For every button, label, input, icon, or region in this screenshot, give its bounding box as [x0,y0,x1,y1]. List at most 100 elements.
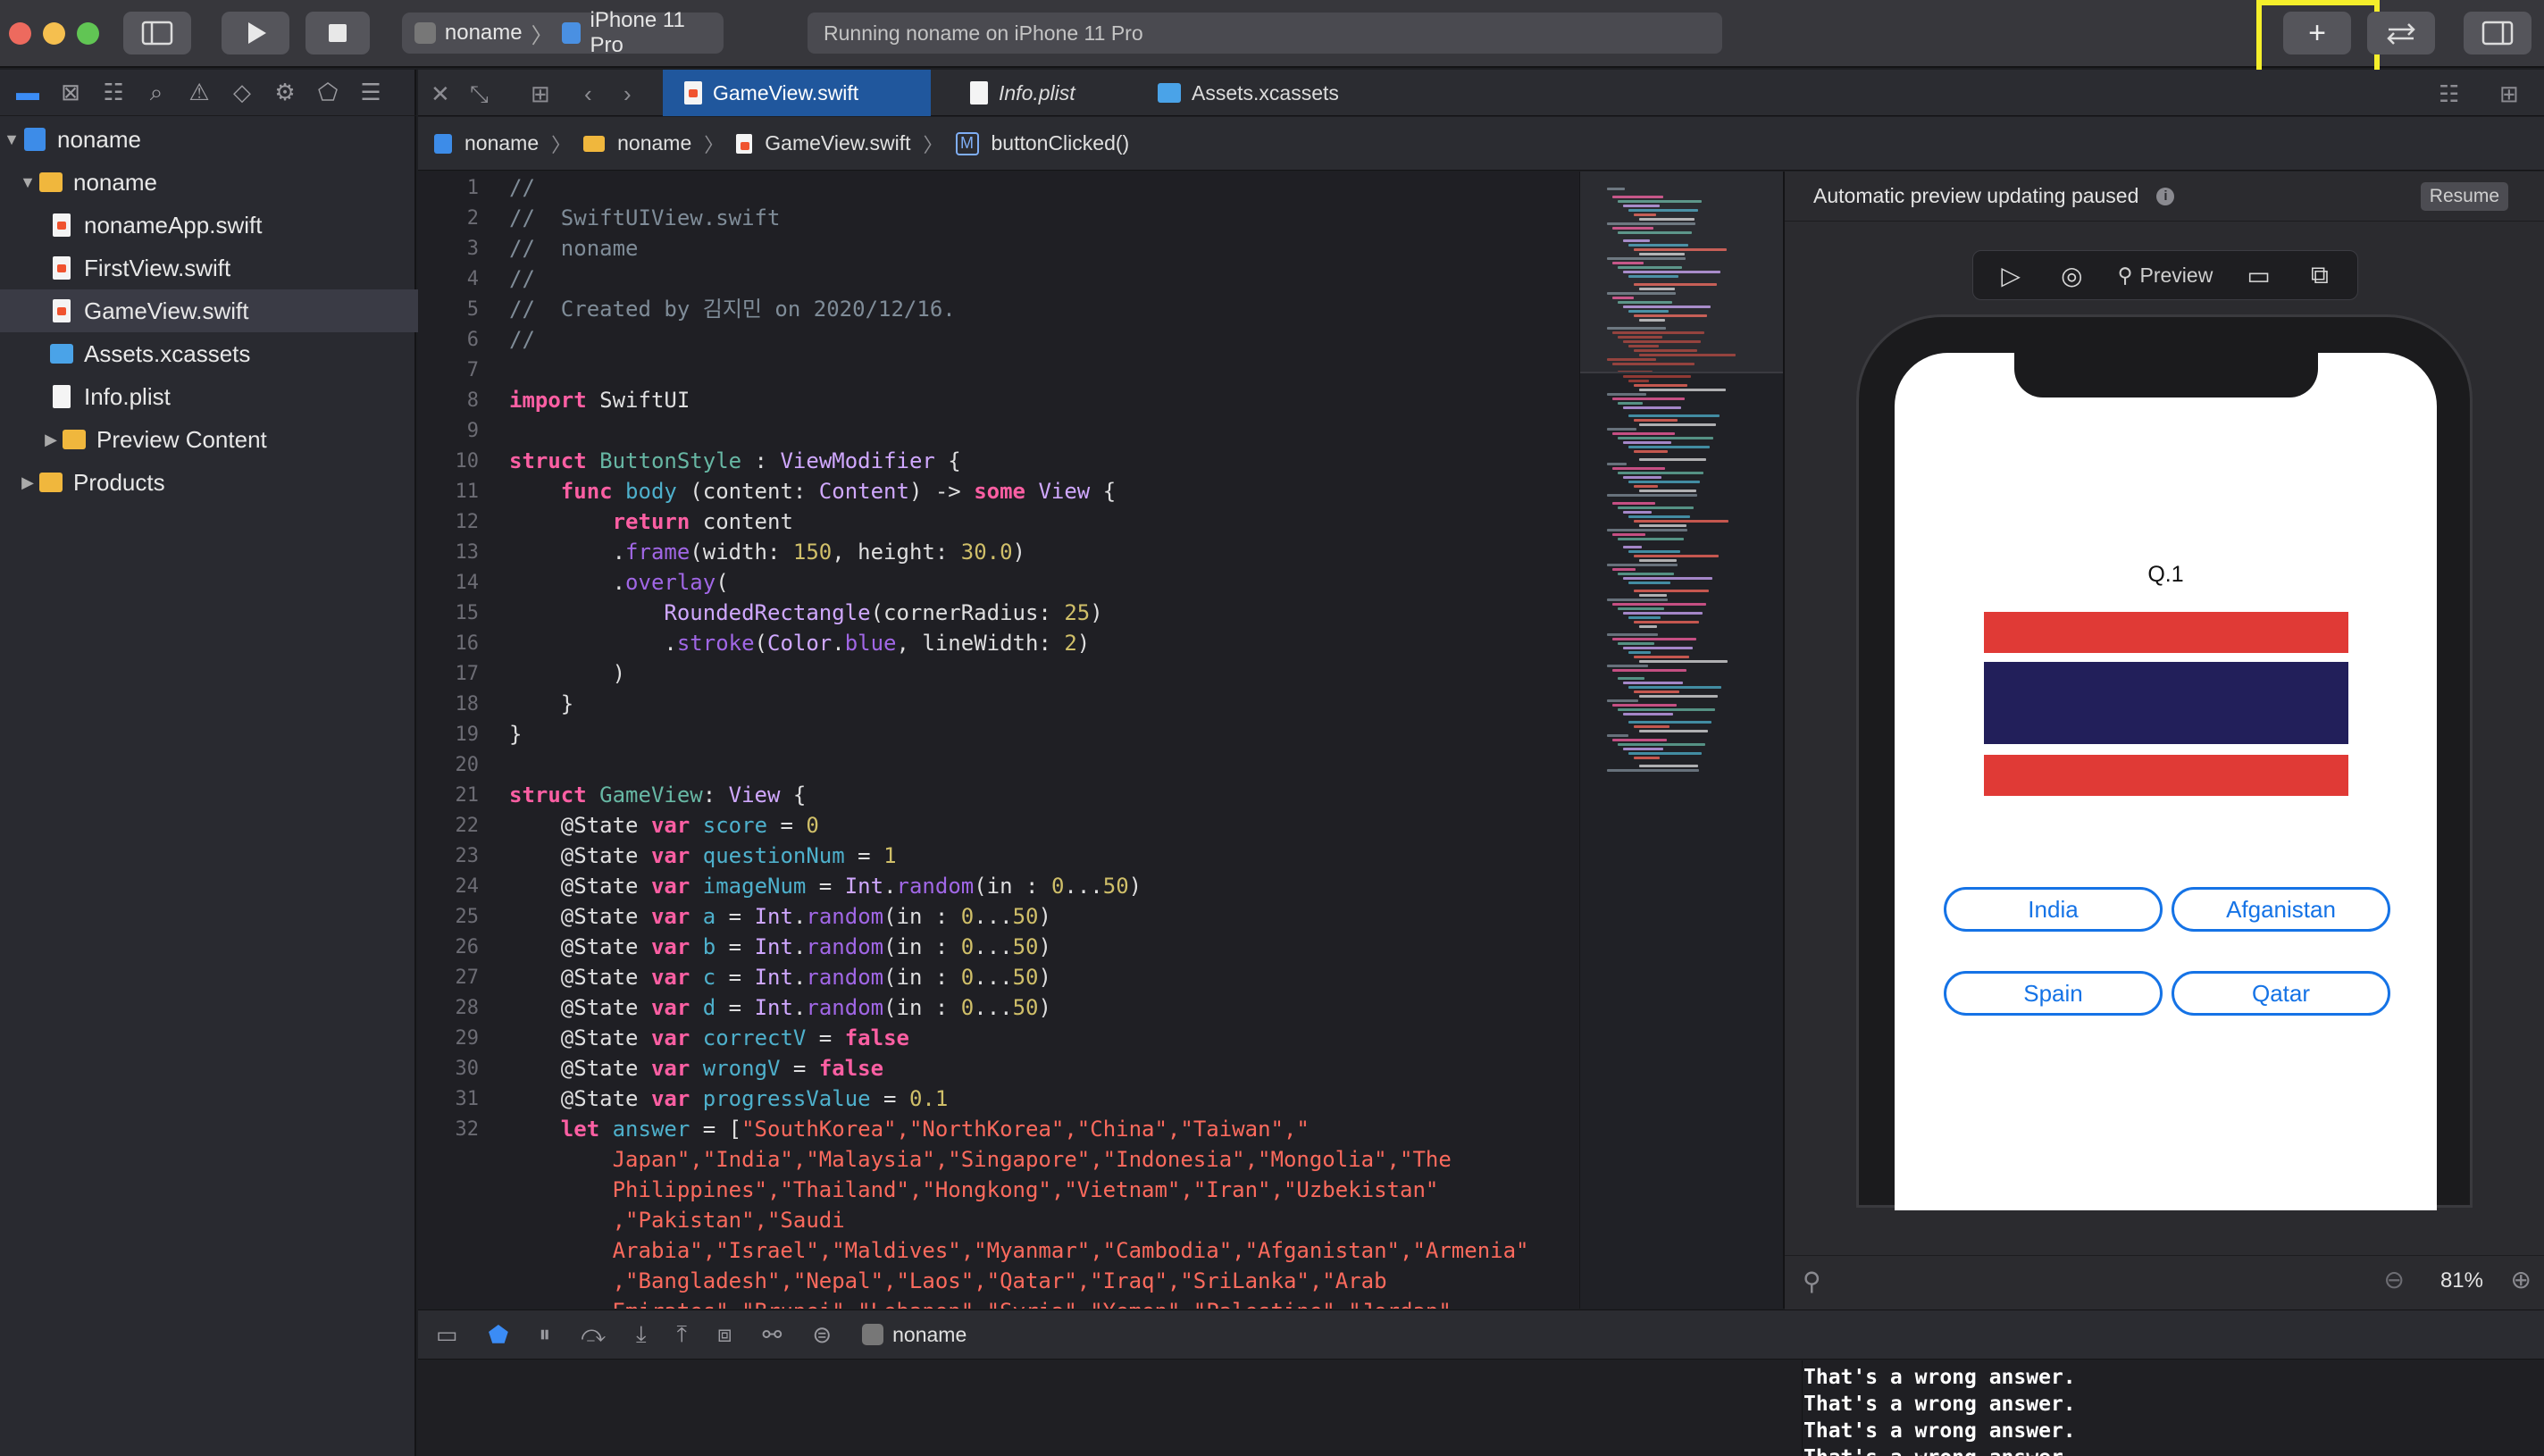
warning-icon[interactable]: ⚠ [186,79,213,106]
breakpoints-toggle-icon[interactable]: ⬟ [489,1321,509,1349]
breadcrumb-symbol[interactable]: buttonClicked() [992,131,1130,155]
tab-info-plist[interactable]: Info.plist [949,70,1136,116]
back-arrow-icon[interactable]: ‹ [584,80,592,108]
answer-button-india[interactable]: India [1944,887,2163,932]
scheme-selector[interactable]: noname 〉 iPhone 11 Pro [402,8,724,57]
line-number: 28 [455,997,480,1019]
stop-button[interactable] [305,12,370,54]
answer-button-spain[interactable]: Spain [1944,971,2163,1016]
tree-item-label: FirstView.swift [84,254,231,281]
minimize-window-button[interactable] [43,22,65,45]
minimap[interactable] [1579,172,1784,1309]
variables-view[interactable] [418,1360,1803,1456]
tree-item-group[interactable]: ▶ Preview Content [0,418,456,461]
project-icon [434,133,452,154]
pin-icon: ⚲ [2117,263,2133,287]
answer-button-qatar[interactable]: Qatar [2172,971,2390,1016]
inspector-icon [2481,21,2514,46]
report-icon[interactable]: ☰ [357,79,384,106]
toggle-inspector-button[interactable] [2464,12,2531,54]
code-line: @State var c = Int.random(in : 0...50) [509,965,1051,990]
disclosure-collapsed-icon[interactable]: ▶ [16,473,39,492]
step-over-icon[interactable]: ⤼ [581,1320,606,1349]
minimap-line [1639,559,1677,562]
tree-item-file-selected[interactable]: GameView.swift [0,289,466,332]
preview-pin-button[interactable]: ⚲ Preview [2118,264,2213,288]
minimap-line [1634,450,1668,453]
forward-arrow-icon[interactable]: › [623,80,632,108]
editor-options-icon[interactable]: ☷ [2439,80,2459,108]
editor-tab-bar: ✕ ⤡ ⊞ ‹ › GameView.swift Info.plist Asse… [418,70,2544,116]
tab-assets[interactable]: Assets.xcassets [1136,70,1368,116]
search-icon[interactable]: ⌕ [143,79,170,106]
disclosure-expanded-icon[interactable]: ▼ [0,130,23,149]
minimap-line [1607,463,1627,465]
hide-debug-area-icon[interactable]: ▭ [436,1321,458,1349]
tab-gameview[interactable]: GameView.swift [663,70,931,116]
info-icon[interactable]: i [2156,187,2175,205]
zoom-out-icon[interactable]: ⊖ [2384,1265,2405,1294]
pin-icon[interactable]: ⚲ [1803,1267,1821,1296]
line-number: 3 [466,238,479,260]
breadcrumb-file[interactable]: GameView.swift [765,131,910,155]
tree-item-group[interactable]: ▼ noname [0,161,432,204]
console-output[interactable]: That's a wrong answer. That's a wrong an… [1803,1360,2544,1456]
code-review-button[interactable] [2367,12,2435,54]
tree-item-group[interactable]: ▶ Products [0,461,432,504]
minimap-viewport[interactable] [1580,172,1784,373]
add-editor-icon[interactable]: ⊞ [2499,80,2519,108]
tree-item-file[interactable]: Assets.xcassets [0,332,466,375]
breadcrumb-project[interactable]: noname [464,131,539,155]
live-preview-icon[interactable]: ▷ [1996,260,2026,290]
step-out-icon[interactable]: ⤒ [677,1320,688,1349]
pause-icon[interactable]: ⏸ [539,1320,550,1349]
tree-item-project[interactable]: ▼ noname [0,118,416,161]
debug-icon[interactable]: ⚙ [272,79,298,106]
run-button[interactable] [222,12,289,54]
zoom-window-button[interactable] [77,22,99,45]
answer-button-afganistan[interactable]: Afganistan [2172,887,2390,932]
tree-item-file[interactable]: Info.plist [0,375,466,418]
device-notch [2014,353,2318,397]
source-control-icon[interactable]: ⊠ [57,79,84,106]
toggle-navigator-button[interactable] [123,12,191,54]
preview-canvas: Automatic preview updating paused i Resu… [1783,172,2544,1310]
source-editor[interactable]: 1 2 3 4 5 6 7 8 9 10 11 12 13 14 15 16 17 18 19 20 21 22 23 24 2… [418,172,1579,1309]
resume-button[interactable]: Resume [2420,182,2508,211]
environment-overrides-icon[interactable]: ⊜ [812,1321,832,1349]
minimap-line [1639,524,1686,527]
minimap-line [1612,432,1675,435]
close-window-button[interactable] [9,22,31,45]
grid-icon[interactable]: ⊞ [531,80,550,108]
duplicate-preview-icon[interactable]: ⧉ [2305,260,2335,290]
zoom-level[interactable]: 81% [2440,1268,2483,1293]
flag-stripe [1984,612,2348,653]
target-selector[interactable]: noname [862,1323,967,1347]
app-icon [862,1324,884,1345]
close-icon[interactable]: ✕ [431,80,450,108]
disclosure-expanded-icon[interactable]: ▼ [16,173,39,192]
device-settings-icon[interactable]: ▭ [2244,260,2274,290]
disclosure-collapsed-icon[interactable]: ▶ [39,431,63,449]
swift-file-icon [736,133,753,154]
breadcrumb-group[interactable]: noname [617,131,691,155]
breakpoint-icon[interactable]: ⬠ [314,79,341,106]
debug-preview-icon[interactable]: ◎ [2056,260,2087,290]
tree-item-label: noname [73,168,157,196]
view-hierarchy-icon[interactable]: ⧈ [717,1320,732,1349]
step-in-icon[interactable]: ⤓ [636,1320,647,1349]
console-line: That's a wrong answer. [1803,1419,2076,1443]
test-icon[interactable]: ◇ [229,79,255,106]
minimize-editor-icon[interactable]: ⤡ [470,80,489,109]
memory-graph-icon[interactable]: ⚯ [763,1321,782,1349]
tree-item-file[interactable]: nonameApp.swift [0,204,466,247]
folder-icon[interactable]: ▬ [14,79,41,106]
zoom-in-icon[interactable]: ⊕ [2511,1265,2531,1294]
line-number: 8 [466,389,479,412]
code-line: .overlay( [509,570,729,595]
tree-item-file[interactable]: FirstView.swift [0,247,466,289]
minimap-line [1623,375,1691,378]
minimap-line [1607,769,1699,772]
line-number: 12 [455,511,480,533]
symbol-icon[interactable]: ☷ [100,79,127,106]
